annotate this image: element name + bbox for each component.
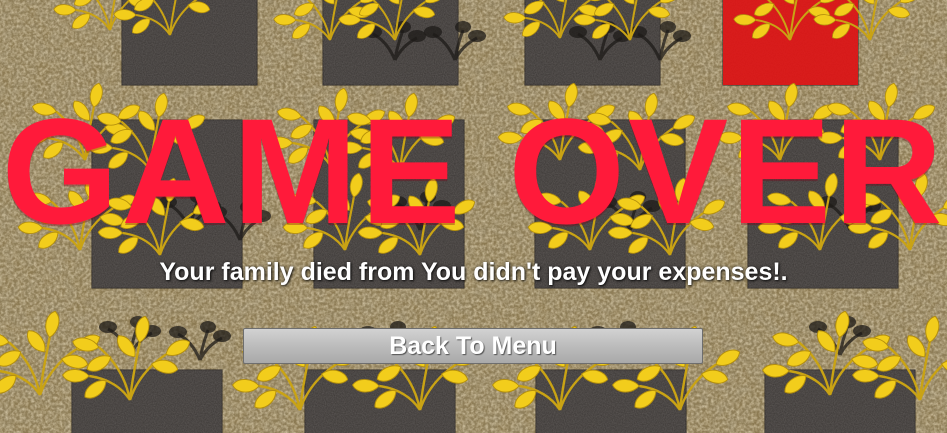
game-over-title: GAME OVER (1, 87, 946, 255)
game-over-message: Your family died from You didn't pay you… (159, 258, 788, 286)
soil-plot (322, 0, 459, 86)
back-to-menu-button[interactable]: Back To Menu (243, 328, 703, 364)
soil-plot (71, 369, 223, 433)
soil-plot (121, 0, 258, 86)
